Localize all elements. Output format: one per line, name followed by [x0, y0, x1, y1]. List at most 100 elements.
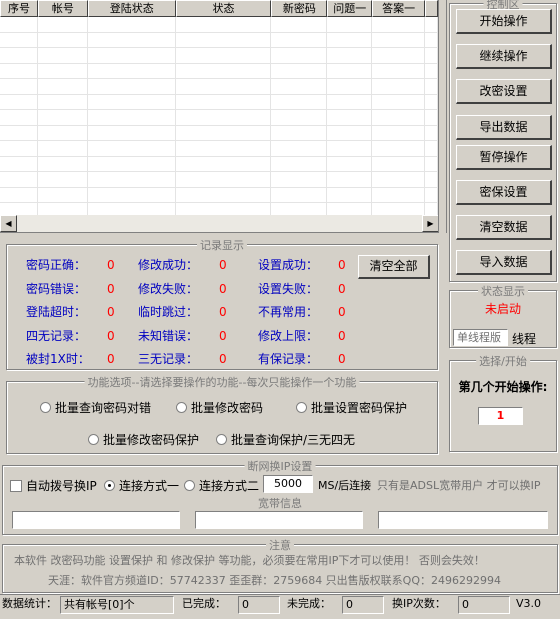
- table-cell[interactable]: [0, 125, 38, 140]
- table-cell[interactable]: [425, 172, 438, 187]
- table-cell[interactable]: [0, 94, 38, 109]
- column-header[interactable]: 新密码: [271, 0, 328, 17]
- table-cell[interactable]: [0, 48, 38, 63]
- table-cell[interactable]: [372, 94, 426, 109]
- table-cell[interactable]: [88, 141, 176, 156]
- table-cell[interactable]: [176, 172, 272, 187]
- table-cell[interactable]: [0, 63, 38, 78]
- broadband-field-3[interactable]: [378, 511, 548, 529]
- table-cell[interactable]: [38, 94, 88, 109]
- table-cell[interactable]: [0, 187, 38, 202]
- table-cell[interactable]: [271, 141, 328, 156]
- table-cell[interactable]: [372, 187, 426, 202]
- table-cell[interactable]: [425, 48, 438, 63]
- table-cell[interactable]: [0, 156, 38, 171]
- table-cell[interactable]: [372, 48, 426, 63]
- table-cell[interactable]: [88, 156, 176, 171]
- broadband-field-1[interactable]: [12, 511, 180, 529]
- table-cell[interactable]: [88, 125, 176, 140]
- table-cell[interactable]: [0, 17, 38, 32]
- table-cell[interactable]: [176, 79, 272, 94]
- table-cell[interactable]: [372, 125, 426, 140]
- table-cell[interactable]: [425, 63, 438, 78]
- table-cell[interactable]: [327, 187, 373, 202]
- clear-data-button[interactable]: 清空数据: [456, 215, 552, 240]
- scroll-right-icon[interactable]: ▶: [422, 215, 438, 232]
- delay-input[interactable]: 5000: [263, 475, 313, 493]
- table-cell[interactable]: [425, 141, 438, 156]
- table-cell[interactable]: [271, 172, 328, 187]
- table-cell[interactable]: [176, 187, 272, 202]
- export-data-button[interactable]: 导出数据: [456, 115, 552, 140]
- table-cell[interactable]: [88, 32, 176, 47]
- table-cell[interactable]: [372, 156, 426, 171]
- table-row[interactable]: [0, 141, 438, 157]
- table-row[interactable]: [0, 172, 438, 188]
- table-cell[interactable]: [271, 110, 328, 125]
- table-cell[interactable]: [425, 17, 438, 32]
- column-header[interactable]: 序号: [0, 0, 38, 17]
- scroll-left-icon[interactable]: ◀: [0, 215, 17, 232]
- table-cell[interactable]: [0, 110, 38, 125]
- table-cell[interactable]: [271, 79, 328, 94]
- table-cell[interactable]: [327, 110, 373, 125]
- table-cell[interactable]: [271, 187, 328, 202]
- table-cell[interactable]: [425, 110, 438, 125]
- vertical-scrollbar[interactable]: [439, 0, 447, 233]
- horizontal-scrollbar[interactable]: ◀ ▶: [0, 215, 438, 232]
- table-cell[interactable]: [88, 63, 176, 78]
- table-cell[interactable]: [271, 94, 328, 109]
- table-cell[interactable]: [88, 17, 176, 32]
- table-cell[interactable]: [327, 79, 373, 94]
- table-row[interactable]: [0, 17, 438, 33]
- table-cell[interactable]: [0, 172, 38, 187]
- security-settings-button[interactable]: 密保设置: [456, 180, 552, 205]
- table-cell[interactable]: [38, 110, 88, 125]
- connect-mode-2-radio[interactable]: 连接方式二: [184, 477, 259, 494]
- table-cell[interactable]: [88, 172, 176, 187]
- broadband-field-2[interactable]: [195, 511, 363, 529]
- table-cell[interactable]: [176, 63, 272, 78]
- continue-button[interactable]: 继续操作: [456, 44, 552, 69]
- table-cell[interactable]: [271, 125, 328, 140]
- table-cell[interactable]: [425, 125, 438, 140]
- table-cell[interactable]: [271, 17, 328, 32]
- table-cell[interactable]: [425, 79, 438, 94]
- table-cell[interactable]: [271, 63, 328, 78]
- table-cell[interactable]: [372, 63, 426, 78]
- clear-all-button[interactable]: 清空全部: [358, 255, 430, 279]
- import-data-button[interactable]: 导入数据: [456, 250, 552, 275]
- table-cell[interactable]: [176, 32, 272, 47]
- table-row[interactable]: [0, 94, 438, 110]
- table-row[interactable]: [0, 32, 438, 48]
- table-cell[interactable]: [176, 141, 272, 156]
- column-header[interactable]: 帐号: [37, 0, 88, 17]
- table-cell[interactable]: [38, 48, 88, 63]
- table-cell[interactable]: [425, 94, 438, 109]
- table-cell[interactable]: [327, 17, 373, 32]
- table-cell[interactable]: [271, 48, 328, 63]
- table-cell[interactable]: [38, 17, 88, 32]
- table-cell[interactable]: [327, 141, 373, 156]
- connect-mode-1-radio[interactable]: 连接方式一: [104, 477, 179, 494]
- column-header[interactable]: [425, 0, 438, 17]
- table-cell[interactable]: [38, 32, 88, 47]
- table-cell[interactable]: [38, 79, 88, 94]
- table-cell[interactable]: [38, 125, 88, 140]
- table-cell[interactable]: [271, 32, 328, 47]
- table-cell[interactable]: [327, 94, 373, 109]
- table-cell[interactable]: [372, 172, 426, 187]
- option-change-password[interactable]: 批量修改密码: [176, 399, 263, 416]
- table-cell[interactable]: [0, 141, 38, 156]
- table-cell[interactable]: [38, 141, 88, 156]
- table-row[interactable]: [0, 187, 438, 203]
- table-row[interactable]: [0, 156, 438, 172]
- account-table[interactable]: 序号 帐号 登陆状态 状态 新密码 问题一 答案一 ◀ ▶: [0, 0, 439, 233]
- thread-mode-field[interactable]: 单线程版: [453, 329, 508, 346]
- table-cell[interactable]: [327, 156, 373, 171]
- start-index-input[interactable]: 1: [478, 407, 523, 425]
- table-cell[interactable]: [271, 156, 328, 171]
- option-change-protection[interactable]: 批量修改密码保护: [88, 431, 199, 448]
- table-cell[interactable]: [327, 32, 373, 47]
- column-header[interactable]: 答案一: [372, 0, 426, 17]
